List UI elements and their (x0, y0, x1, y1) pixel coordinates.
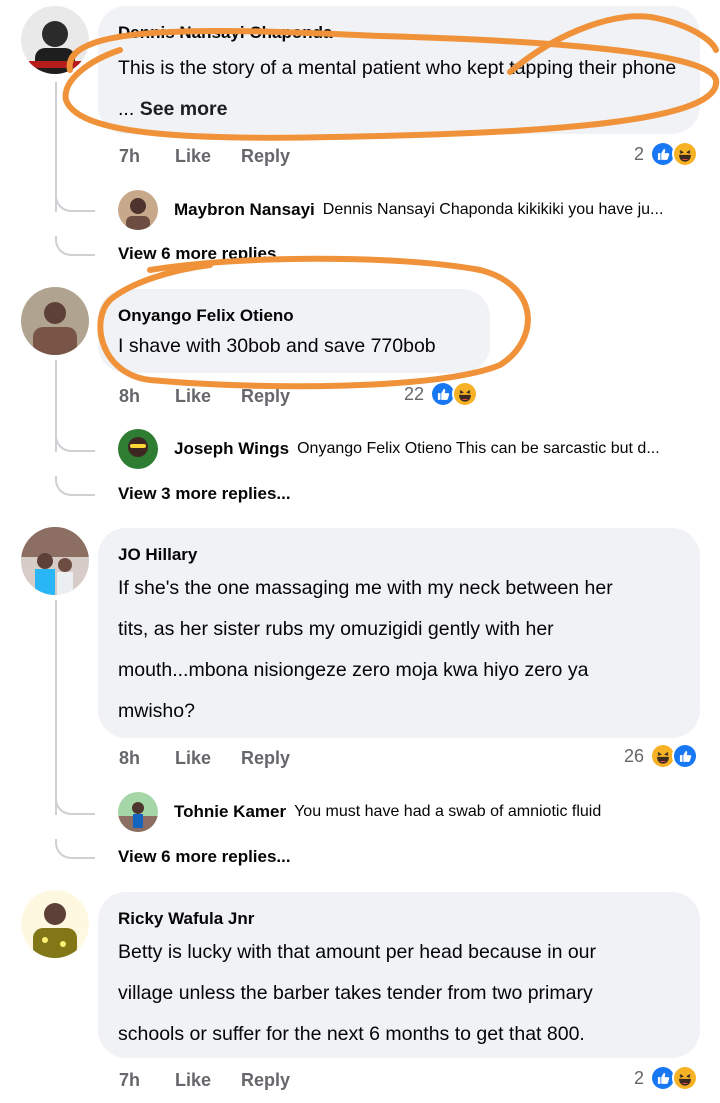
reply-button[interactable]: Reply (241, 146, 290, 167)
avatar[interactable] (21, 527, 89, 595)
haha-reaction-icon (672, 141, 698, 167)
comment-text: Betty is lucky with that amount per head… (118, 941, 597, 1045)
haha-reaction-icon (452, 381, 479, 407)
comment-author[interactable]: Dennis Nansayi Chaponda (118, 22, 680, 44)
comment-text: If she's the one massaging me with my ne… (118, 577, 613, 722)
comment-time[interactable]: 7h (119, 1070, 175, 1091)
reply-text: You must have had a swab of amniotic flu… (294, 803, 602, 820)
comment-author[interactable]: JO Hillary (118, 544, 680, 566)
thread-connector (55, 839, 95, 859)
comment-author[interactable]: Onyango Felix Otieno (118, 305, 470, 327)
reply-author[interactable]: Joseph Wings (174, 439, 289, 459)
comment-bubble: Dennis Nansayi Chaponda This is the stor… (98, 6, 700, 134)
reply-author[interactable]: Tohnie Kamer (174, 802, 286, 822)
view-more-replies[interactable]: View 3 more replies... (118, 484, 291, 504)
comment-actions: 7h Like Reply (119, 146, 290, 167)
thread-connector (55, 476, 95, 496)
reply-text: Onyango Felix Otieno This can be sarcast… (297, 440, 660, 457)
avatar[interactable] (118, 190, 158, 230)
avatar[interactable] (21, 890, 89, 958)
comment-actions: 8h Like Reply (119, 386, 290, 407)
comment-time[interactable]: 7h (119, 146, 175, 167)
comment-text: This is the story of a mental patient wh… (118, 57, 677, 120)
comment-text: I shave with 30bob and save 770bob (118, 335, 436, 357)
thread-connector (55, 432, 95, 452)
reaction-count: 26 (623, 745, 644, 766)
reply-preview[interactable]: Joseph Wings Onyango Felix Otieno This c… (118, 429, 698, 469)
comment-time[interactable]: 8h (119, 748, 175, 769)
comment-author[interactable]: Ricky Wafula Jnr (118, 908, 680, 930)
thread-connector (55, 795, 95, 815)
comment-actions: 7h Like Reply (119, 1070, 290, 1091)
reply-text: Dennis Nansayi Chaponda kikikiki you hav… (322, 201, 664, 218)
like-button[interactable]: Like (175, 1070, 241, 1091)
comment-bubble: Ricky Wafula Jnr Betty is lucky with tha… (98, 892, 700, 1058)
comment-time[interactable]: 8h (119, 386, 175, 407)
reaction-count: 2 (633, 1067, 644, 1088)
comment-bubble: JO Hillary If she's the one massaging me… (98, 528, 700, 738)
reaction-summary[interactable]: 26 (624, 743, 698, 769)
avatar[interactable] (118, 792, 158, 832)
reaction-summary[interactable]: 2 (634, 1065, 698, 1091)
view-more-replies[interactable]: View 6 more replies... (118, 847, 291, 867)
thread-connector (55, 236, 95, 256)
avatar[interactable] (21, 6, 89, 74)
reaction-count: 2 (633, 143, 644, 164)
like-button[interactable]: Like (175, 146, 241, 167)
reply-preview[interactable]: Maybron Nansayi Dennis Nansayi Chaponda … (118, 190, 698, 230)
reaction-count: 22 (404, 383, 425, 404)
thread-connector (55, 192, 95, 212)
comment-bubble: Onyango Felix Otieno I shave with 30bob … (98, 289, 490, 373)
like-button[interactable]: Like (175, 386, 241, 407)
reply-button[interactable]: Reply (241, 386, 290, 407)
reply-button[interactable]: Reply (241, 748, 290, 769)
like-button[interactable]: Like (175, 748, 241, 769)
avatar[interactable] (118, 429, 158, 469)
reaction-summary[interactable]: 2 (634, 141, 698, 167)
view-more-replies[interactable]: View 6 more replies... (118, 244, 291, 264)
reply-button[interactable]: Reply (241, 1070, 290, 1091)
see-more-link[interactable]: See more (140, 98, 228, 120)
comment-actions: 8h Like Reply (119, 748, 290, 769)
thread-line (55, 600, 57, 815)
reaction-summary[interactable]: 22 (404, 381, 479, 407)
avatar[interactable] (21, 287, 89, 355)
reply-author[interactable]: Maybron Nansayi (174, 200, 315, 220)
reply-preview[interactable]: Tohnie Kamer You must have had a swab of… (118, 792, 698, 832)
like-reaction-icon (672, 743, 698, 769)
haha-reaction-icon (672, 1065, 698, 1091)
